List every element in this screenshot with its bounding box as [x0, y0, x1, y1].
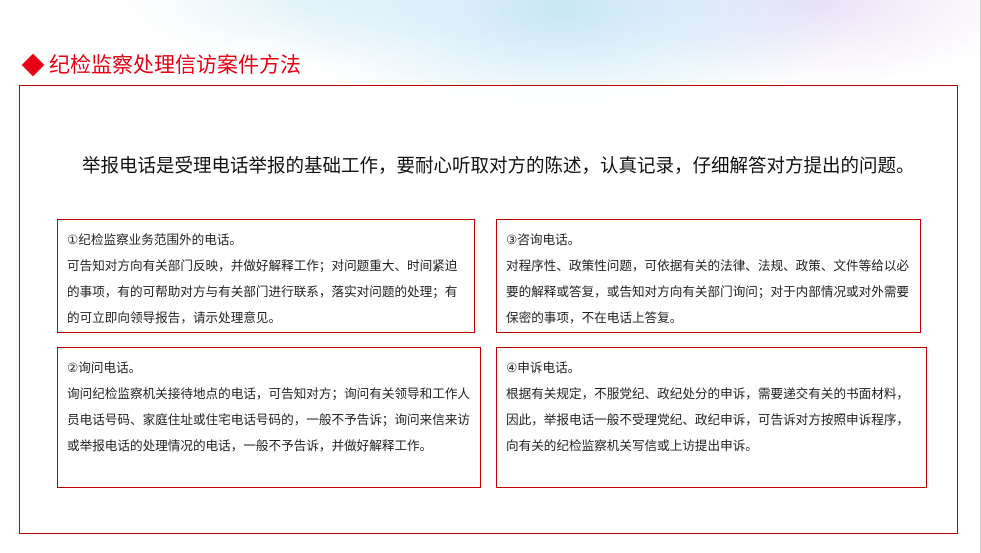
method-box-consultation: ③咨询电话。 对程序性、政策性问题，可依据有关的法律、法规、政策、文件等给以必要…: [496, 219, 921, 333]
slide: 纪检监察处理信访案件方法 举报电话是受理电话举报的基础工作，要耐心听取对方的陈述…: [0, 0, 981, 553]
page-title: 纪检监察处理信访案件方法: [49, 53, 301, 77]
method-box-out-of-scope: ①纪检监察业务范围外的电话。 可告知对方向有关部门反映，并做好解释工作；对问题重…: [57, 219, 475, 333]
title-row: 纪检监察处理信访案件方法: [21, 50, 301, 80]
red-diamond-icon: [21, 53, 45, 77]
method-box-appeal: ④申诉电话。 根据有关规定，不服党纪、政纪处分的申诉，需要递交有关的书面材料，因…: [496, 347, 927, 488]
box-title: ②询问电话。: [67, 360, 142, 375]
box-title: ①纪检监察业务范围外的电话。: [67, 232, 243, 247]
box-title: ③咨询电话。: [506, 232, 581, 247]
method-box-inquiry: ②询问电话。 询问纪检监察机关接待地点的电话，可告知对方；询问有关领导和工作人员…: [57, 347, 481, 488]
box-title: ④申诉电话。: [506, 360, 581, 375]
box-body: 可告知对方向有关部门反映，并做好解释工作；对问题重大、时间紧迫的事项，有的可帮助…: [67, 258, 458, 325]
box-body: 询问纪检监察机关接待地点的电话，可告知对方；询问有关领导和工作人员电话号码、家庭…: [67, 386, 470, 453]
box-body: 根据有关规定，不服党纪、政纪处分的申诉，需要递交有关的书面材料，因此，举报电话一…: [506, 386, 909, 453]
intro-paragraph: 举报电话是受理电话举报的基础工作，要耐心听取对方的陈述，认真记录，仔细解答对方提…: [82, 156, 915, 177]
box-body: 对程序性、政策性问题，可依据有关的法律、法规、政策、文件等给以必要的解释或答复，…: [506, 258, 909, 325]
